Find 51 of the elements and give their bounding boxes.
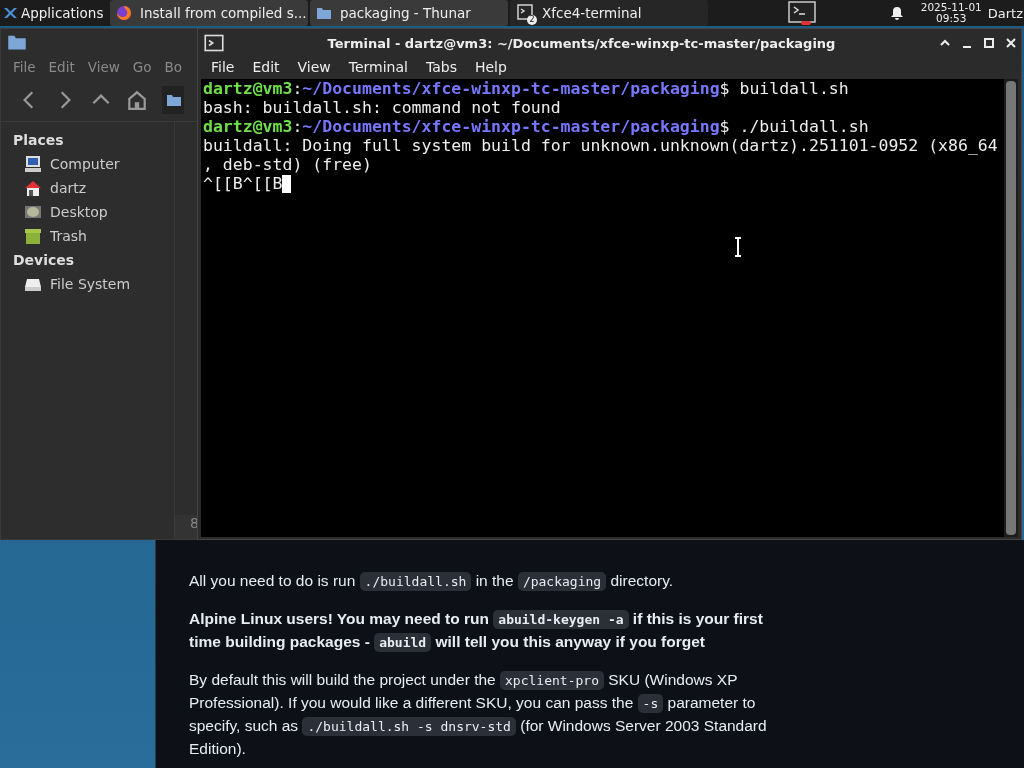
taskbar-button[interactable]: 2 Xfce4-terminal: [510, 0, 708, 26]
terminal-line: bash: buildall.sh: command not found: [203, 98, 562, 117]
terminal-line: , deb-std) (free): [203, 155, 373, 174]
folder-icon: [166, 92, 182, 108]
sidebar-item[interactable]: File System: [1, 272, 174, 296]
sidebar-item[interactable]: Trash: [1, 224, 174, 248]
menu-item[interactable]: Edit: [243, 59, 289, 75]
menu-item[interactable]: Help: [465, 59, 516, 75]
terminal-line: buildall: Doing full system build for unknown.unknown(dartz).251101-0952 (x86_64: [203, 136, 999, 155]
taskbar-button[interactable]: Install from compiled s...: [110, 0, 308, 26]
path-button[interactable]: [162, 86, 184, 114]
close-icon[interactable]: [1005, 37, 1017, 49]
menu-item[interactable]: View: [87, 59, 120, 75]
folder-icon: [316, 5, 332, 21]
home-icon: [24, 179, 42, 197]
terminal-icon: [204, 33, 224, 53]
taskbar-button[interactable]: packaging - Thunar: [310, 0, 508, 26]
user-name[interactable]: Dartz: [987, 5, 1023, 21]
sidebar-heading: Places: [12, 131, 65, 150]
xfce-logo-icon: [2, 5, 18, 21]
mouse-pointer-icon: [733, 237, 743, 257]
computer-icon: [24, 155, 42, 173]
desktop-icon: [24, 203, 42, 221]
menu-item[interactable]: Bo: [164, 59, 183, 75]
scrollbar[interactable]: [1006, 81, 1016, 535]
sidebar-item[interactable]: Computer: [1, 152, 174, 176]
terminal-line: dartz@vm3:~/Documents/xfce-winxp-tc-master/packaging$ buildall.sh: [203, 79, 850, 98]
terminal-icon: 2: [516, 4, 534, 22]
clock[interactable]: 2025-11-01 09:53: [920, 2, 982, 24]
terminal-line: dartz@vm3:~/Documents/xfce-winxp-tc-master/packaging$ ./buildall.sh: [203, 117, 870, 136]
menu-item[interactable]: Edit: [48, 59, 75, 75]
browser-icon: [116, 5, 132, 21]
menu-item[interactable]: Terminal: [339, 59, 417, 75]
paragraph: All you need to do is run ./buildall.sh in the /packaging directory.: [189, 571, 675, 593]
terminal-screen[interactable]: [201, 79, 1018, 537]
maximize-icon[interactable]: [983, 37, 995, 49]
home-icon[interactable]: [126, 89, 148, 111]
paragraph: By default this will build the project under the xpclient-pro SKU (Windows XP Professional). If you would like a different SKU, you can pass the -s parameter to specify, such as ./buildall.sh -s dnsrv-std (for Windows Server 2003 Standard Edition).: [189, 670, 768, 759]
menu-item[interactable]: File: [202, 59, 244, 75]
menu-item[interactable]: Tabs: [416, 59, 466, 75]
applications-menu[interactable]: Applications: [0, 0, 108, 26]
sidebar-heading: Devices: [12, 251, 76, 270]
terminal-line: ^[[B^[[B: [203, 174, 283, 193]
paragraph: Alpine Linux users! You may need to run abuild-keygen -a if this is your first time building packages - abuild will tell you this anyway if you forget: [189, 609, 764, 654]
window-title: Terminal - dartz@vm3: ~/Documents/xfce-winxp-tc-master/packaging: [326, 35, 837, 51]
menu-item[interactable]: View: [288, 59, 340, 75]
menu-item[interactable]: Go: [132, 59, 152, 75]
menu-item[interactable]: File: [13, 59, 36, 75]
sidebar-item[interactable]: dartz: [1, 176, 174, 200]
trash-icon: [24, 227, 42, 245]
sidebar-item[interactable]: Desktop: [1, 200, 174, 224]
